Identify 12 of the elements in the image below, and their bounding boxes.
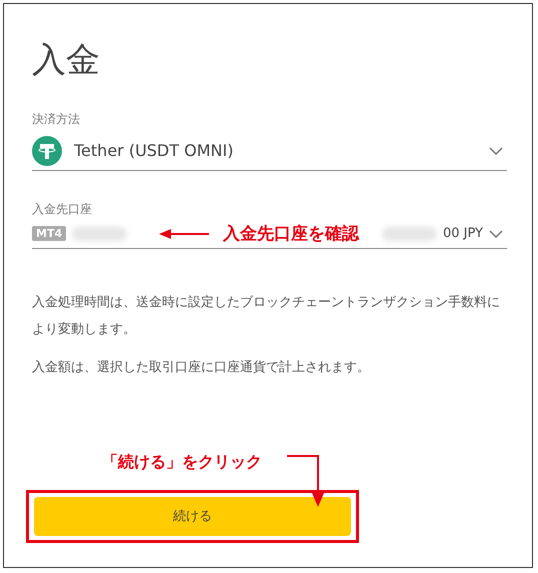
field-label: 入金先口座	[32, 200, 92, 218]
info-text: 入金処理時間は、送金時に設定したブロックチェーントランザクション手数料により変動します。	[32, 294, 501, 339]
info-text: 入金額は、選択した取引口座に口座通貨で計上されます。	[32, 358, 371, 377]
platform-badge: MT4	[32, 226, 66, 242]
annotation-text: 「続ける」をクリック	[102, 452, 262, 473]
annotation-text: 入金先口座を確認	[223, 223, 360, 246]
account-select[interactable]: MT4 入金先口座を確認 00 JPY	[32, 220, 507, 249]
continue-button[interactable]: 続ける	[34, 496, 351, 536]
payment-method-select[interactable]: Tether (USDT OMNI)	[32, 132, 507, 171]
account-balance: 00 JPY	[442, 226, 483, 242]
page-title: 入金	[32, 40, 100, 81]
field-label: 決済方法	[32, 110, 80, 128]
